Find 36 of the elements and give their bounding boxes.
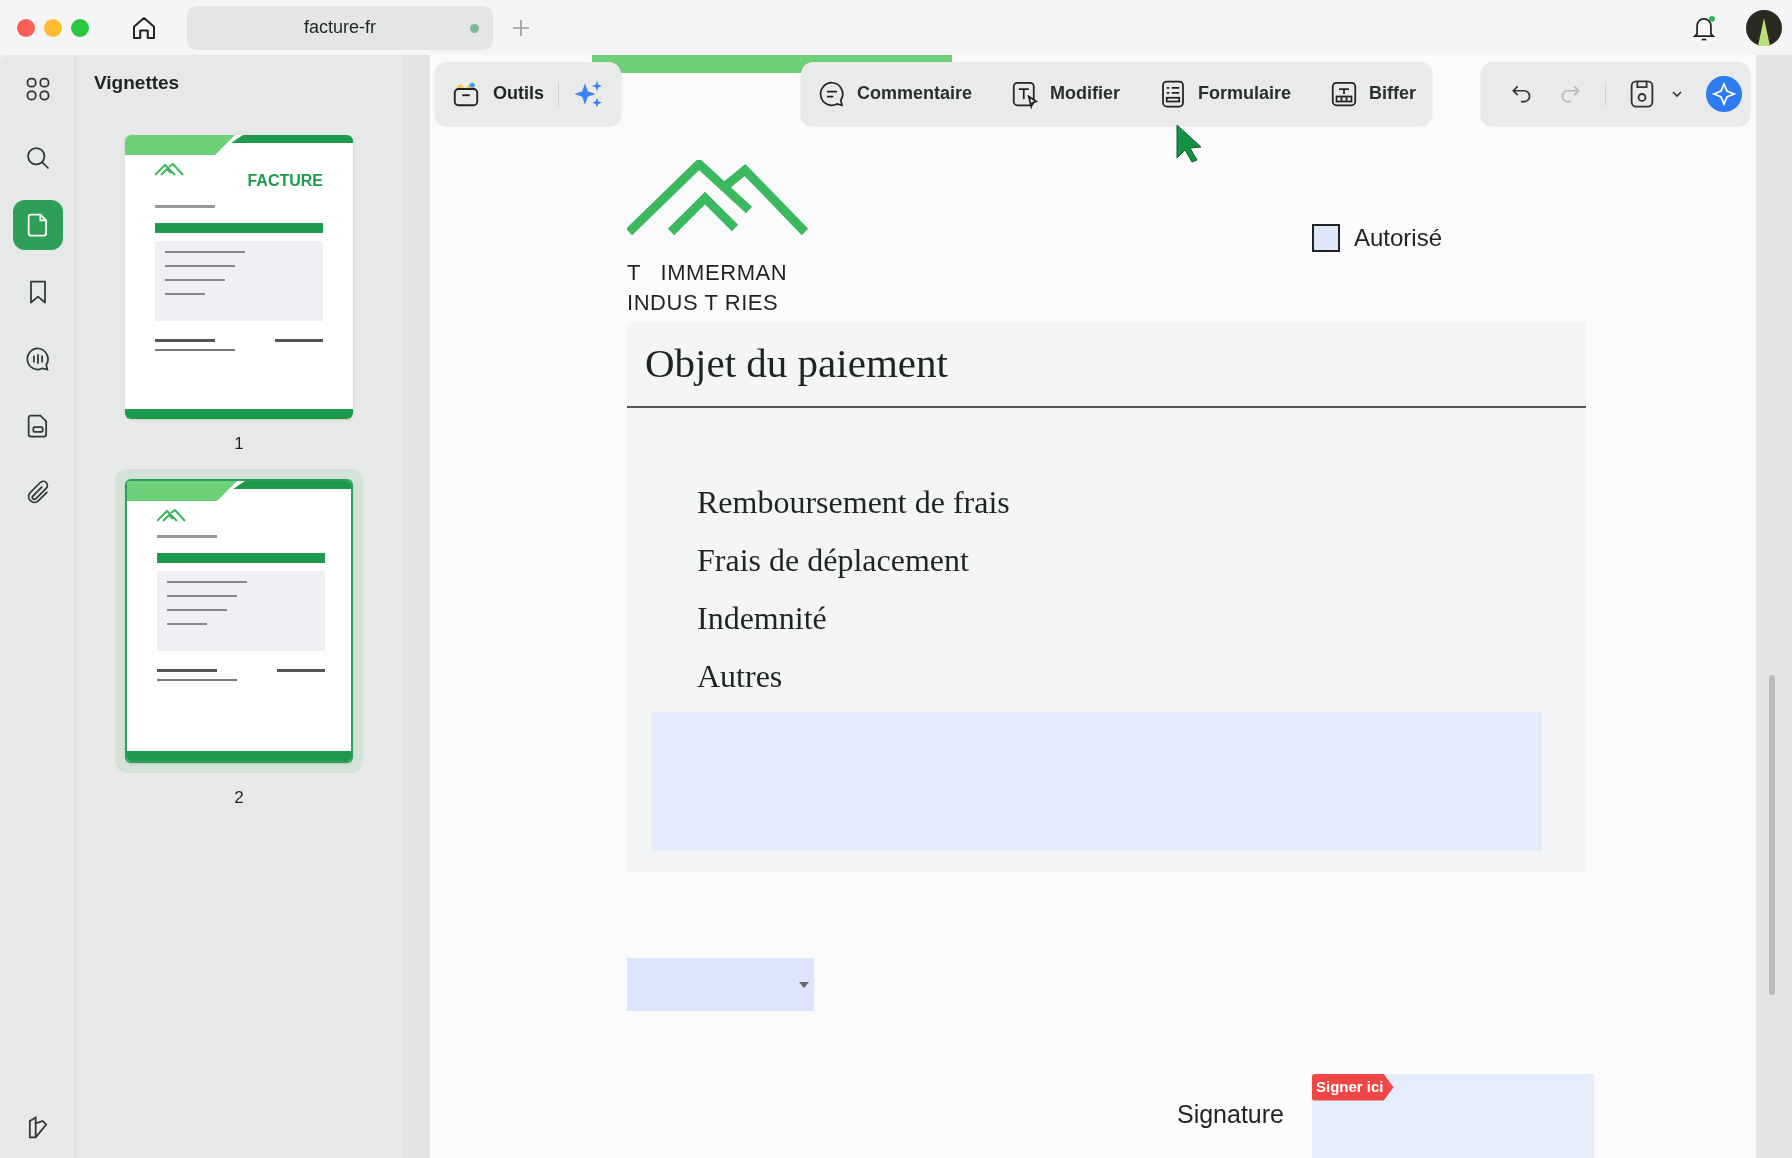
logo-icon xyxy=(155,163,185,177)
mode-button[interactable]: Formulaire xyxy=(1158,78,1292,109)
mountain-logo-icon xyxy=(627,160,809,236)
page-thumbnail[interactable]: FACTURE xyxy=(125,135,353,419)
list-item: Remboursement de frais xyxy=(697,483,1011,522)
thumbnail-heading: FACTURE xyxy=(247,171,323,191)
company-name-line: T IMMERMAN xyxy=(627,259,789,287)
save-icon[interactable] xyxy=(1628,78,1656,109)
dropdown-field[interactable] xyxy=(627,958,814,1011)
close-button[interactable] xyxy=(17,18,35,37)
dropdown-caret-icon xyxy=(798,980,810,989)
tab-title: facture-fr xyxy=(304,16,376,39)
panel-title: Vignettes xyxy=(94,70,180,95)
assistant-icon[interactable] xyxy=(1706,75,1742,112)
page-number: 2 xyxy=(234,786,244,809)
sign-here-tag: Signer ici xyxy=(1312,1074,1394,1101)
list-item: Indemnité xyxy=(697,599,828,638)
mode-button[interactable]: Modifier xyxy=(1010,78,1121,109)
signature-label: Signature xyxy=(1176,1099,1284,1130)
logo-icon xyxy=(157,508,187,523)
list-item: Frais de déplacement xyxy=(697,541,970,580)
checkbox[interactable] xyxy=(1311,224,1340,252)
checkbox-label: Autorisé xyxy=(1353,223,1442,253)
tools-button[interactable]: Outils xyxy=(451,79,544,108)
document-tab[interactable]: facture-fr xyxy=(187,5,493,50)
avatar[interactable] xyxy=(1746,9,1782,46)
chat-bubble-icon xyxy=(23,345,52,373)
page-thumbnail[interactable] xyxy=(115,468,363,773)
list-item: Autres xyxy=(697,657,784,696)
page-number: 1 xyxy=(234,433,244,455)
company-name-line: INDUS T RIES xyxy=(627,289,780,317)
signature-field[interactable]: Signer ici xyxy=(1312,1074,1594,1158)
mode-button[interactable]: Commentaire xyxy=(817,78,973,109)
mode-button[interactable]: Biffer xyxy=(1329,78,1417,109)
scrollbar-thumb[interactable] xyxy=(1769,675,1775,995)
section-title: Objet du paiement xyxy=(645,339,948,389)
